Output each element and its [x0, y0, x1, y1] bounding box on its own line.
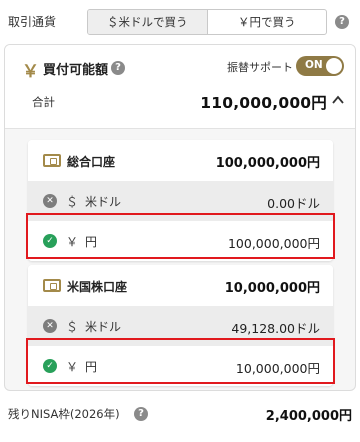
wallet-icon: [43, 279, 61, 292]
buy-in-jpy-button[interactable]: ￥円で買う: [206, 10, 327, 34]
account-header: 米国株口座 10,000,000円: [28, 265, 333, 306]
wallet-icon: [43, 154, 61, 167]
highlight-box: [26, 213, 335, 259]
total-label: 合計: [32, 95, 55, 109]
chevron-up-icon[interactable]: [331, 93, 345, 107]
help-icon[interactable]: ?: [134, 407, 148, 421]
x-circle-icon: ✕: [43, 194, 57, 208]
transfer-support-label: 振替サポート: [227, 61, 293, 74]
x-circle-icon: ✕: [43, 319, 57, 333]
currency-toggle: ＄米ドルで買う ￥円で買う: [87, 9, 327, 35]
currency-symbol: ＄: [66, 195, 79, 209]
buy-in-usd-button[interactable]: ＄米ドルで買う: [88, 10, 207, 34]
currency-symbol: ＄: [66, 320, 79, 334]
highlight-box: [26, 338, 335, 384]
buying-power-title: 買付可能額: [43, 63, 109, 78]
account-name: 米国株口座: [67, 280, 128, 294]
account-total: 10,000,000円: [224, 281, 320, 296]
account-name: 総合口座: [67, 155, 116, 169]
nisa-remaining-label: 残りNISA枠(2026年): [8, 407, 120, 421]
buying-power-header: ￥ 買付可能額 ? 振替サポート ON 合計 110,000,000円: [5, 45, 355, 129]
currency-amount: 0.00ドル: [267, 196, 320, 211]
help-icon[interactable]: ?: [335, 15, 349, 29]
account-total: 100,000,000円: [215, 156, 320, 171]
toggle-knob: [326, 58, 342, 74]
currency-name: 米ドル: [85, 195, 122, 209]
help-icon[interactable]: ?: [111, 61, 125, 75]
transfer-support-toggle[interactable]: ON: [296, 56, 344, 76]
yen-icon: ￥: [22, 62, 39, 82]
currency-amount: 49,128.00ドル: [231, 321, 320, 336]
currency-selector-row: 取引通貨 ＄米ドルで買う ￥円で買う ?: [0, 0, 360, 44]
toggle-state-label: ON: [305, 59, 323, 71]
total-value: 110,000,000円: [200, 94, 327, 112]
currency-name: 米ドル: [85, 320, 122, 334]
nisa-remaining-value: 2,400,000円: [265, 409, 352, 424]
account-header: 総合口座 100,000,000円: [28, 140, 333, 181]
currency-label: 取引通貨: [8, 15, 57, 29]
